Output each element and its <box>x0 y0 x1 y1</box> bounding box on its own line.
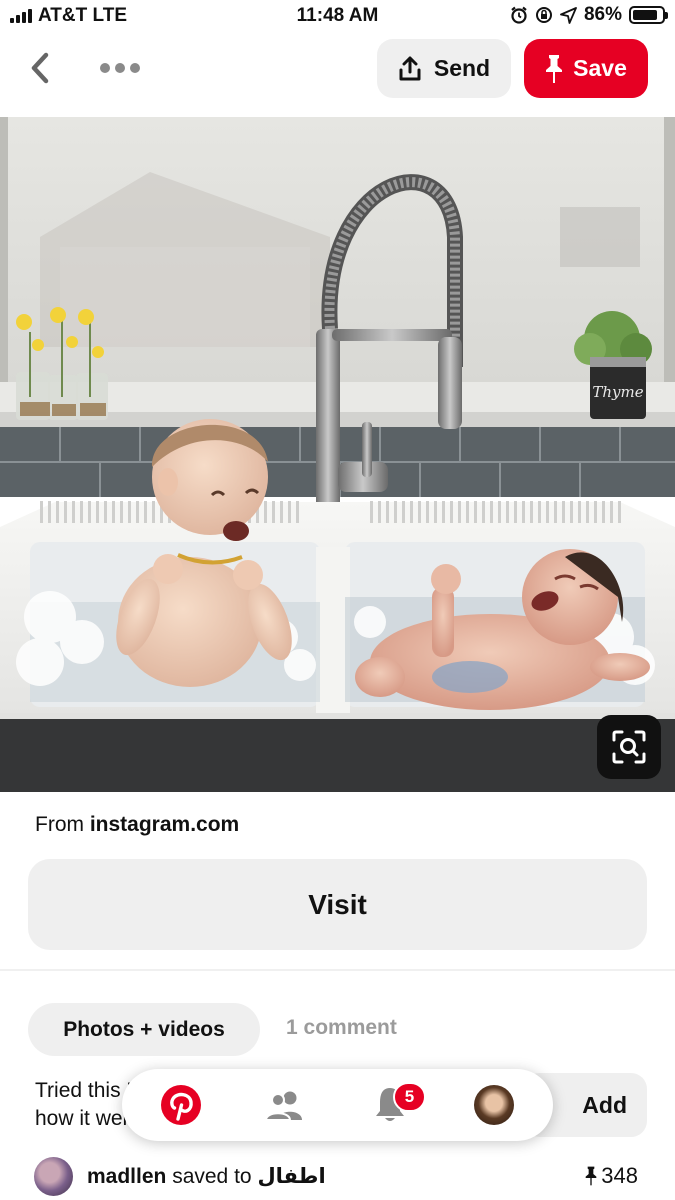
save-label: Save <box>573 55 627 81</box>
more-dots-icon <box>100 63 110 73</box>
more-options-button[interactable] <box>96 54 144 82</box>
save-count-value: 348 <box>601 1163 638 1188</box>
saver-username[interactable]: madllen <box>87 1165 166 1188</box>
saved-by-line: madllen saved to اطفال 348 <box>34 1156 644 1196</box>
source-prefix: From <box>35 813 90 836</box>
rotation-lock-icon <box>535 7 552 23</box>
save-button[interactable]: Save <box>524 39 648 98</box>
chevron-left-icon <box>31 52 49 84</box>
add-label: Add <box>582 1091 627 1118</box>
visual-search-button[interactable] <box>597 715 661 779</box>
tab-photos-videos-label: Photos + videos <box>63 1017 225 1041</box>
battery-fill <box>633 10 658 20</box>
tab-photos-videos[interactable]: Photos + videos <box>28 1003 260 1056</box>
battery-percent: 86% <box>583 4 622 25</box>
location-arrow-icon <box>560 6 577 24</box>
visit-button[interactable]: Visit <box>28 859 647 950</box>
board-name[interactable]: اطفال <box>257 1165 325 1188</box>
saved-to-label: saved to <box>172 1164 252 1188</box>
pin-image[interactable]: Thyme <box>0 117 675 792</box>
send-label: Send <box>433 55 491 81</box>
tab-comments[interactable]: 1 comment <box>286 1016 397 1040</box>
share-upload-icon <box>399 56 421 80</box>
pushpin-icon <box>585 1166 597 1186</box>
section-divider <box>0 969 675 971</box>
visual-search-icon <box>612 730 646 764</box>
battery-icon <box>629 6 668 24</box>
notification-badge: 5 <box>393 1082 426 1112</box>
source-domain-link[interactable]: instagram.com <box>90 813 239 836</box>
alarm-icon <box>511 6 527 24</box>
nav-notifications[interactable]: 5 <box>355 1069 426 1141</box>
visit-label: Visit <box>308 888 367 920</box>
send-button[interactable]: Send <box>377 39 511 98</box>
nav-profile[interactable] <box>459 1069 529 1141</box>
pushpin-icon <box>546 54 563 83</box>
thyme-label: Thyme <box>592 383 643 401</box>
nav-home[interactable] <box>146 1069 216 1141</box>
status-right: 86% <box>510 4 668 26</box>
people-icon <box>264 1091 302 1121</box>
nav-following[interactable] <box>249 1069 319 1141</box>
source-line: From instagram.com <box>35 813 239 837</box>
status-bar: AT&T LTE 11:48 AM 86% <box>0 0 675 34</box>
profile-avatar <box>474 1085 514 1125</box>
pinterest-logo-icon <box>161 1085 201 1125</box>
bottom-nav: 5 <box>122 1069 553 1141</box>
save-count: 348 <box>585 1163 638 1189</box>
saved-by-text: madllen saved to اطفال <box>87 1164 326 1189</box>
back-button[interactable] <box>20 48 60 88</box>
saver-avatar[interactable] <box>34 1156 73 1196</box>
